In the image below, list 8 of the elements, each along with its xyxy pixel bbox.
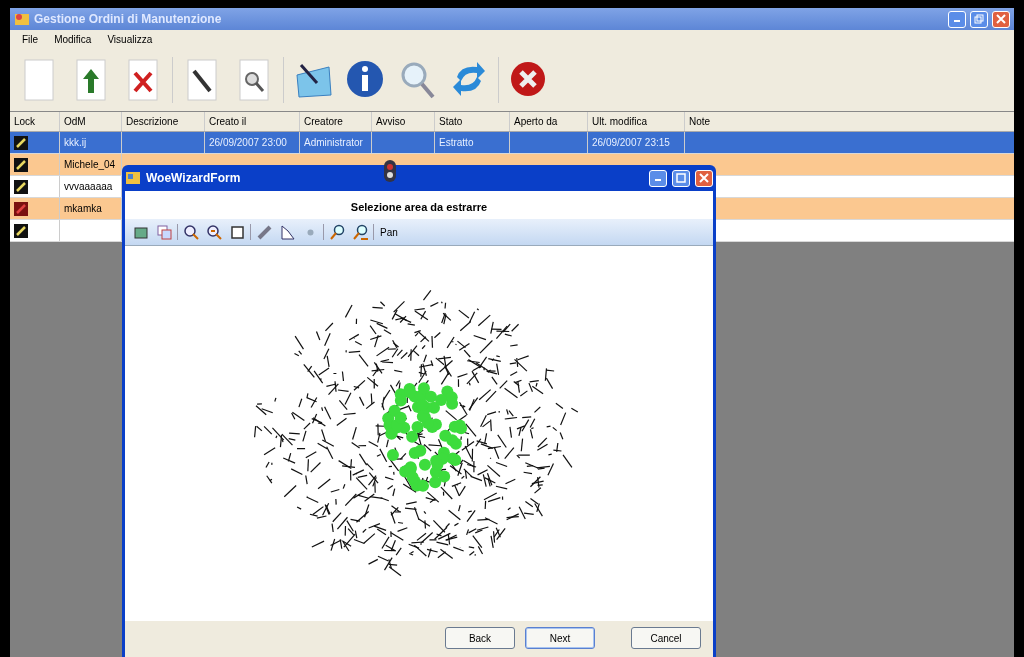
window-title: Gestione Ordini di Manutenzione: [34, 12, 223, 26]
dialog-heading: Selezione area da estrarre: [349, 200, 489, 215]
table-cell: Administrator: [300, 132, 372, 153]
table-cell: 26/09/2007 23:15: [588, 132, 685, 153]
table-cell: Estratto: [435, 132, 510, 153]
table-cell: 26/09/2007 23:00: [205, 132, 300, 153]
dialog-title: WoeWizardForm: [146, 171, 242, 185]
table-cell: kkk.ij: [60, 132, 122, 153]
